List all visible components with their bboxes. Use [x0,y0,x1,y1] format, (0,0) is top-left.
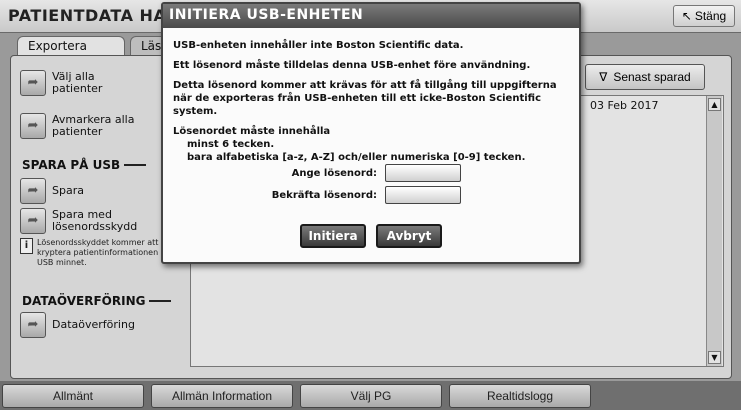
save-section-title: SPARA PÅ USB [22,158,121,172]
close-button[interactable]: ↖ Stäng [673,5,735,27]
list-item-date[interactable]: 03 Feb 2017 [590,99,658,112]
info-text: Lösenordsskyddet kommer att kryptera pat… [37,238,163,267]
transfer-section-title: DATAÖVERFÖRING [22,294,146,308]
dialog-body: USB-enheten innehåller inte Boston Scien… [163,28,579,164]
deselect-all-label: Avmarkera alla patienter [52,113,135,138]
password-requirement-chars: bara alfabetiska [a-z, A-Z] och/eller nu… [187,152,526,163]
arrow-icon: ➦ [20,178,46,204]
list-scrollbar[interactable]: ▲ ▼ [706,96,722,366]
arrow-icon: ➦ [20,113,46,139]
dialog-message-3: Detta lösenord kommer att krävas för att… [173,80,557,117]
tab-export[interactable]: Exportera [17,36,125,56]
save-label: Spara [52,184,84,197]
info-note: i Lösenordsskyddet kommer att kryptera p… [20,238,165,268]
data-transfer-label: Dataöverföring [52,318,135,331]
arrow-up-left-icon: ↖ [681,9,692,23]
password-requirements-title: Lösenordet måste innehålla [173,126,331,137]
password-row: Ange lösenord: [163,164,579,182]
info-icon: i [20,238,33,254]
scroll-up-icon[interactable]: ▲ [708,98,721,111]
nav-general[interactable]: Allmänt [2,384,144,408]
nav-realtime-log[interactable]: Realtidslogg [449,384,591,408]
cancel-button[interactable]: Avbryt [376,224,442,248]
section-divider [124,164,147,166]
nav-select-pg[interactable]: Välj PG [300,384,442,408]
dialog-message-1: USB-enheten innehåller inte Boston Scien… [173,40,464,51]
sort-last-saved-button[interactable]: ∇ Senast sparad [585,64,705,90]
confirm-password-row: Bekräfta lösenord: [163,186,579,204]
save-protected-button[interactable]: ➦ Spara med lösenordsskydd [20,208,147,234]
arrow-icon: ➦ [20,70,46,96]
section-divider [149,300,172,302]
funnel-icon: ∇ [599,70,608,84]
transfer-section-header: DATAÖVERFÖRING [22,294,172,308]
initialize-button[interactable]: Initiera [300,224,366,248]
nav-general-info[interactable]: Allmän Information [151,384,293,408]
password-input[interactable] [385,164,461,182]
data-transfer-button[interactable]: ➦ Dataöverföring [20,312,135,338]
save-section-header: SPARA PÅ USB [22,158,147,172]
confirm-password-input[interactable] [385,186,461,204]
close-label: Stäng [694,9,727,23]
sort-label: Senast sparad [613,70,691,84]
deselect-all-button[interactable]: ➦ Avmarkera alla patienter [20,113,142,139]
select-all-button[interactable]: ➦ Välj alla patienter [20,70,122,96]
dialog-message-2: Ett lösenord måste tilldelas denna USB-e… [173,60,531,71]
initialize-usb-dialog: INITIERA USB-ENHETEN USB-enheten innehål… [161,2,581,264]
select-all-label: Välj alla patienter [52,70,103,95]
arrow-icon: ➦ [20,208,46,234]
save-button[interactable]: ➦ Spara [20,178,84,204]
password-requirement-length: minst 6 tecken. [187,139,275,150]
arrow-icon: ➦ [20,312,46,338]
scroll-down-icon[interactable]: ▼ [708,351,721,364]
confirm-password-label: Bekräfta lösenord: [271,189,377,201]
save-protected-label: Spara med lösenordsskydd [52,208,138,233]
password-label: Ange lösenord: [291,167,377,179]
dialog-title: INITIERA USB-ENHETEN [163,4,579,28]
